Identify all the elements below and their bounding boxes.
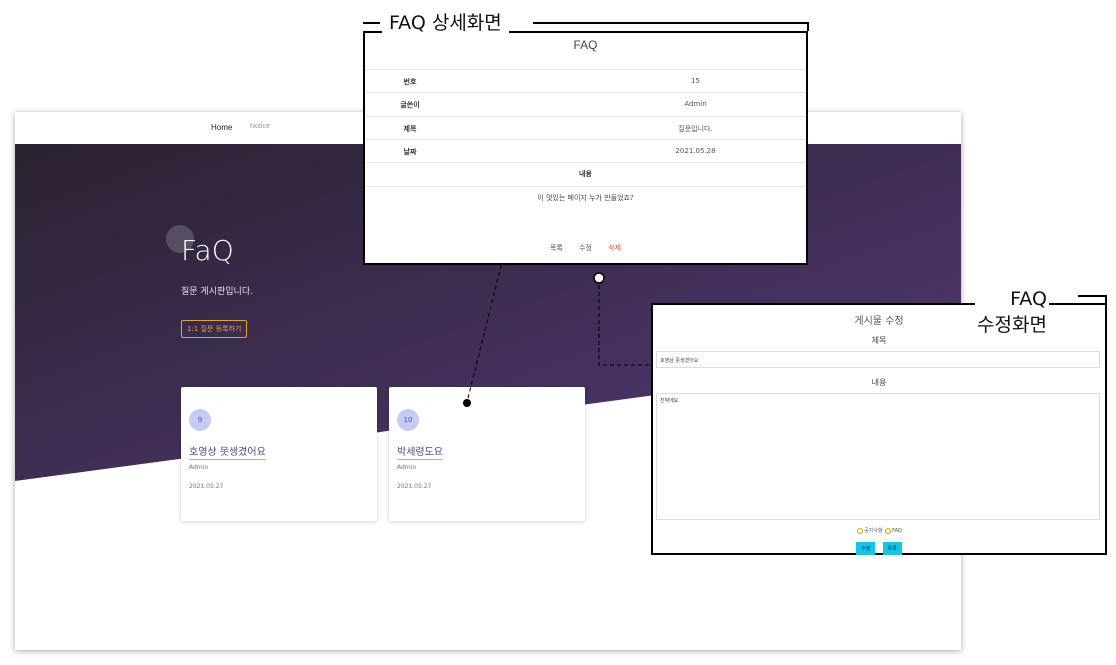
detail-heading: FAQ [573, 38, 598, 52]
card-date: 2021.05.27 [189, 483, 224, 490]
delete-button[interactable]: 삭제 [608, 244, 621, 252]
card-number-badge: 9 [189, 409, 211, 431]
detail-row-label: 글쓴이 [400, 101, 420, 109]
radio-notice-label: 공지사항 [864, 528, 883, 534]
card-number-badge: 10 [397, 409, 419, 431]
detail-content-label: 내용 [365, 162, 806, 187]
edit-actions: 수정 목록 [653, 535, 1105, 555]
edit-content-textarea[interactable]: 진짜에요 [656, 393, 1100, 520]
detail-row-value: 질문입니다. [678, 125, 713, 133]
callout-detail-label: FAQ 상세화면 [382, 10, 509, 36]
callout-edit-line2: 수정화면 [977, 314, 1047, 336]
hero-title: FaQ [181, 234, 234, 267]
submit-edit-button[interactable]: 수정 [856, 542, 876, 555]
detail-row: 날짜 2021.05.28 [365, 139, 806, 163]
card-date: 2021.05.27 [397, 483, 432, 490]
faq-edit-screen: 게시물 수정 제목 호영상 못생겼어요 내용 진짜에요 공지사항 FAQ 수정 … [651, 303, 1107, 555]
radio-faq[interactable] [885, 527, 892, 534]
faq-detail-screen: FAQ 번호 15 글쓴이 Admin 제목 질문입니다. 날짜 2021.05… [363, 31, 808, 265]
card-author: Admin [189, 464, 209, 471]
detail-row: 글쓴이 Admin [365, 92, 806, 116]
edit-content-label: 내용 [871, 378, 887, 387]
detail-row-label: 날짜 [403, 148, 417, 156]
register-question-button[interactable]: 1:1 질문 등록하기 [181, 320, 248, 338]
callout-edit-line1: FAQ [1010, 288, 1047, 310]
detail-row-label: 번호 [403, 78, 417, 86]
detail-row: 제목 질문입니다. [365, 116, 806, 140]
nav-home-link[interactable]: Home [211, 123, 232, 132]
edit-button[interactable]: 수정 [579, 244, 592, 252]
callout-edit-label: FAQ 수정화면 [975, 286, 1049, 338]
edit-title-input[interactable]: 호영상 못생겼어요 [656, 351, 1100, 368]
category-radio-group: 공지사항 FAQ [653, 527, 1105, 534]
detail-actions: 목록 수정 삭제 [365, 243, 806, 253]
detail-row-value: 2021.05.28 [675, 147, 716, 155]
radio-notice[interactable] [857, 527, 864, 534]
hero-subtitle: 질문 게시판입니다. [181, 287, 253, 297]
detail-row: 번호 15 [365, 69, 806, 93]
faq-card[interactable]: 10 박세령도요 Admin 2021.05.27 [389, 387, 585, 521]
detail-row-value: 15 [691, 77, 700, 85]
card-author: Admin [397, 464, 417, 471]
card-title-link[interactable]: 호영상 못생겼어요 [189, 443, 266, 460]
detail-content: 이 멋있는 페이지 누가 만들었죠? [537, 194, 634, 202]
card-title-link[interactable]: 박세령도요 [397, 443, 443, 460]
detail-row-label: 제목 [403, 125, 417, 133]
list-button[interactable]: 목록 [550, 244, 563, 252]
faq-card[interactable]: 9 호영상 못생겼어요 Admin 2021.05.27 [181, 387, 377, 521]
back-to-list-button[interactable]: 목록 [882, 542, 902, 555]
detail-row-value: Admin [684, 100, 707, 108]
radio-faq-label: FAQ [892, 528, 902, 534]
nav-notice-link[interactable]: Notice [250, 123, 270, 130]
